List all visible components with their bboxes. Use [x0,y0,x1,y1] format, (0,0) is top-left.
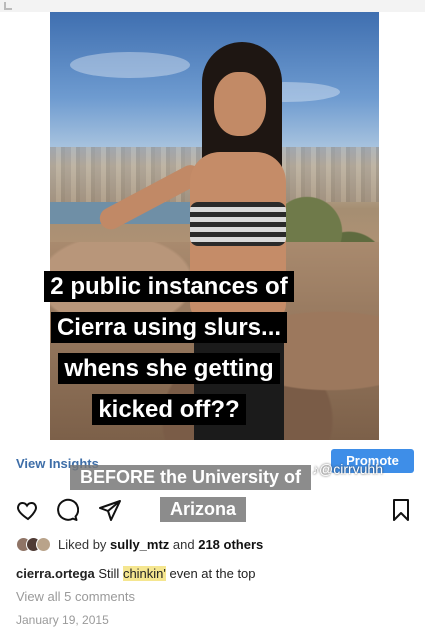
banner-line-2: Arizona [160,497,247,522]
banner-line-1: BEFORE the University of [70,465,312,490]
tiktok-handle: @cirrvuhh [319,461,384,477]
likes-prefix: Liked by [58,537,111,552]
corner-marker [4,2,12,10]
overlay-line: kicked off?? [92,394,246,425]
share-icon[interactable] [98,498,122,522]
caption-text-post: even at the top [165,566,256,581]
overlay-caption: 2 public instances of Cierra using slurs… [28,268,310,432]
likes-count[interactable]: 218 others [198,537,263,552]
post-caption: cierra.ortega Still chinkin' even at the… [16,566,256,581]
overlay-line: 2 public instances of [44,271,294,302]
overlay-line: Cierra using slurs... [50,312,288,343]
caption-text-pre: Still [94,566,123,581]
likes-user[interactable]: sully_mtz [110,537,169,552]
likes-row[interactable]: Liked by sully_mtz and 218 others [16,537,263,552]
status-strip [0,0,425,12]
view-comments-link[interactable]: View all 5 comments [16,589,135,604]
comment-icon[interactable] [55,498,79,522]
likes-text: Liked by sully_mtz and 218 others [58,537,263,552]
post-date: January 19, 2015 [16,613,109,627]
caption-username[interactable]: cierra.ortega [16,566,95,581]
likes-and: and [169,537,199,552]
caption-highlight: chinkin' [122,566,166,581]
heart-icon[interactable] [16,498,40,522]
tiktok-watermark: ♪@cirrvuhh [312,461,384,477]
overlay-line: whens she getting [58,353,280,384]
striped-top [190,202,286,246]
face [214,72,266,136]
bookmark-icon[interactable] [389,498,413,522]
avatar [36,537,51,552]
